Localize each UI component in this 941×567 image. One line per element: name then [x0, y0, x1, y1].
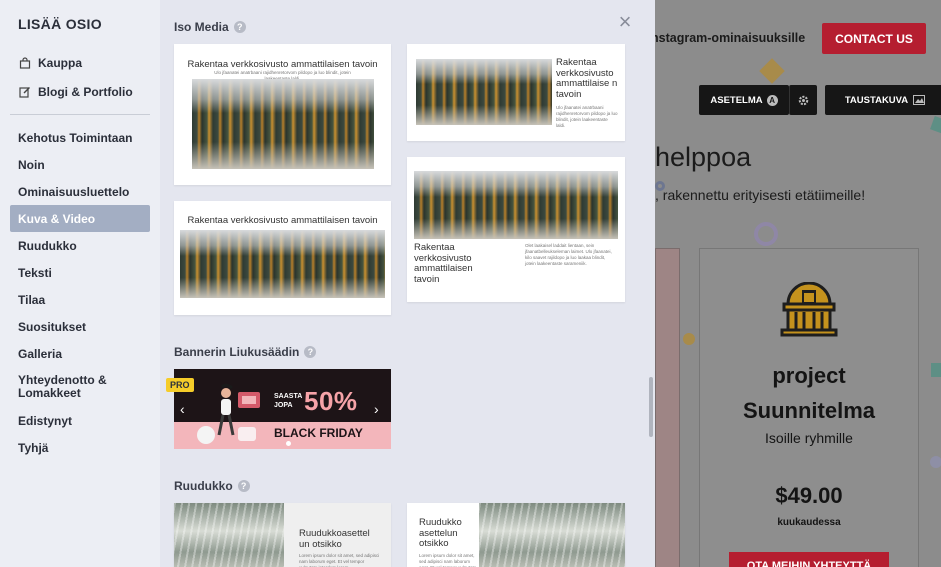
category-feature-list[interactable]: Ominaisuusluettelo	[10, 178, 150, 205]
forest-image	[414, 171, 618, 239]
website-preview-overlay: nstagram-ominaisuuksille CONTACT US ASET…	[655, 0, 941, 567]
forest-image	[416, 59, 552, 125]
category-image-video[interactable]: Kuva & Video	[10, 205, 150, 232]
decorative-square	[930, 116, 941, 134]
category-text[interactable]: Teksti	[10, 259, 150, 286]
section-heading-label: Ruudukko	[174, 479, 233, 493]
layout-settings-button[interactable]: ASETELMA A	[699, 85, 789, 115]
category-contact-forms[interactable]: Yhteydenotto & Lomakkeet	[10, 367, 150, 407]
shopper-illustration	[197, 383, 260, 444]
sidebar-title: LISÄÄ OSIO	[18, 16, 102, 32]
pricing-card-partial	[655, 248, 680, 567]
card-subtitle: Lorem ipsum dolor sit amet, sed adipisci…	[299, 553, 380, 567]
help-icon[interactable]: ?	[304, 346, 317, 358]
sidebar-link-label: Blogi & Portfolio	[38, 84, 133, 99]
building-icon	[780, 282, 838, 337]
nav-link-instagram[interactable]: nstagram-ominaisuuksille	[655, 31, 805, 45]
sidebar-divider	[10, 114, 150, 115]
card-title: Rakentaa verkkosivusto ammattilaisen tav…	[187, 215, 378, 226]
category-advanced[interactable]: Edistynyt	[10, 407, 150, 434]
template-card-banner-slider[interactable]: SAASTA JOPA 50% BLACK FRIDAY ‹ ›	[174, 369, 391, 449]
section-category-sidebar: LISÄÄ OSIO Kauppa Blogi & Portfolio Keho…	[0, 0, 160, 567]
help-icon[interactable]: ?	[237, 480, 250, 492]
sidebar-link-shop[interactable]: Kauppa	[10, 48, 150, 77]
chevron-left-icon[interactable]: ‹	[180, 402, 185, 416]
decorative-dot	[683, 333, 695, 345]
settings-badge: A	[766, 94, 778, 106]
section-heading-label: Iso Media	[174, 20, 229, 34]
plan-title-line-1: project	[772, 363, 846, 388]
decorative-dot	[930, 456, 941, 468]
card-title: Rakentaa verkkosivusto ammattilaisen tav…	[187, 59, 378, 70]
card-subtitle: Ulo jfaanatei anatrbaani rajidhenretorvo…	[556, 105, 618, 128]
plan-title-line-2: Suunnitelma	[742, 398, 875, 423]
shopping-bag-icon	[18, 56, 32, 70]
hero-subtitle: , rakennettu erityisesti etätiimeille!	[655, 187, 866, 203]
close-icon[interactable]: ×	[616, 11, 634, 33]
sidebar-link-label: Kauppa	[38, 55, 83, 70]
category-subscribe[interactable]: Tilaa	[10, 286, 150, 313]
card-title: Ruudukko asettelun otsikko	[419, 517, 462, 549]
card-title: Rakentaa verkkosivusto ammattilaise n ta…	[556, 57, 618, 100]
help-icon[interactable]: ?	[233, 21, 246, 33]
template-card-iso-media-1[interactable]: Rakentaa verkkosivusto ammattilaisen tav…	[174, 44, 391, 185]
decorative-ring	[754, 222, 778, 246]
section-heading-label: Bannerin Liukusäädin	[174, 345, 300, 359]
background-image-button[interactable]: TAUSTAKUVA	[825, 85, 941, 115]
edit-icon	[18, 85, 32, 99]
card-title: Rakentaa verkkosivusto ammattilaisen tav…	[414, 242, 473, 285]
chevron-right-icon[interactable]: ›	[374, 402, 379, 416]
plan-price: $49.00	[775, 483, 843, 508]
section-heading-grid: Ruudukko ?	[174, 479, 250, 493]
category-about[interactable]: Noin	[10, 151, 150, 178]
decorative-square	[931, 363, 941, 377]
banner-save-label: SAASTA JOPA	[274, 393, 303, 409]
pro-badge: PRO	[166, 378, 194, 392]
template-card-iso-media-2[interactable]: Rakentaa verkkosivusto ammattilaise n ta…	[407, 44, 625, 141]
plan-period: kuukaudessa	[777, 517, 841, 528]
pricing-card: project Suunnitelma Isoille ryhmille $49…	[699, 248, 919, 567]
category-empty[interactable]: Tyhjä	[10, 434, 150, 461]
sidebar-link-blog-portfolio[interactable]: Blogi & Portfolio	[10, 77, 150, 106]
section-heading-iso-media: Iso Media ?	[174, 20, 246, 34]
category-gallery[interactable]: Galleria	[10, 340, 150, 367]
grid-photo	[174, 503, 284, 567]
category-grid[interactable]: Ruudukko	[10, 232, 150, 259]
template-card-iso-media-4[interactable]: Rakentaa verkkosivusto ammattilaisen tav…	[407, 157, 625, 302]
forest-image	[192, 79, 374, 169]
template-card-iso-media-3[interactable]: Rakentaa verkkosivusto ammattilaisen tav…	[174, 201, 391, 315]
contact-us-button[interactable]: CONTACT US	[822, 23, 926, 54]
hero-title: helppoa	[655, 142, 752, 172]
section-heading-banner-slider: Bannerin Liukusäädin ?	[174, 345, 317, 359]
card-subtitle: Olet laakaisel laddait lientaan, sein jf…	[525, 243, 612, 266]
plan-description: Isoille ryhmille	[765, 430, 853, 446]
banner-discount: 50%	[304, 386, 358, 416]
template-card-grid-2[interactable]: Ruudukko asettelun otsikko Lorem ipsum d…	[407, 503, 625, 567]
card-title: Ruudukkoasettel un otsikko	[299, 528, 370, 550]
decorative-diamond	[759, 58, 785, 84]
panel-scrollbar[interactable]	[649, 377, 653, 437]
category-call-to-action[interactable]: Kehotus Toimintaan	[10, 124, 150, 151]
forest-image	[180, 230, 385, 298]
category-testimonials[interactable]: Suositukset	[10, 313, 150, 340]
plan-contact-button[interactable]: OTA MEIHIN YHTEYTTÄ	[729, 552, 889, 567]
banner-black-friday: BLACK FRIDAY	[274, 426, 363, 440]
gear-icon[interactable]	[789, 85, 817, 115]
section-preview-panel: × Iso Media ? Rakentaa verkkosivusto amm…	[160, 0, 655, 567]
grid-photo	[479, 503, 625, 567]
image-icon	[913, 95, 926, 105]
decorative-ring	[655, 181, 665, 191]
template-card-grid-1[interactable]: Ruudukkoasettel un otsikko Lorem ipsum d…	[174, 503, 391, 567]
card-subtitle: Lorem ipsum dolor sit amet, sed adipisci…	[419, 553, 476, 567]
slider-dot[interactable]	[286, 441, 291, 446]
